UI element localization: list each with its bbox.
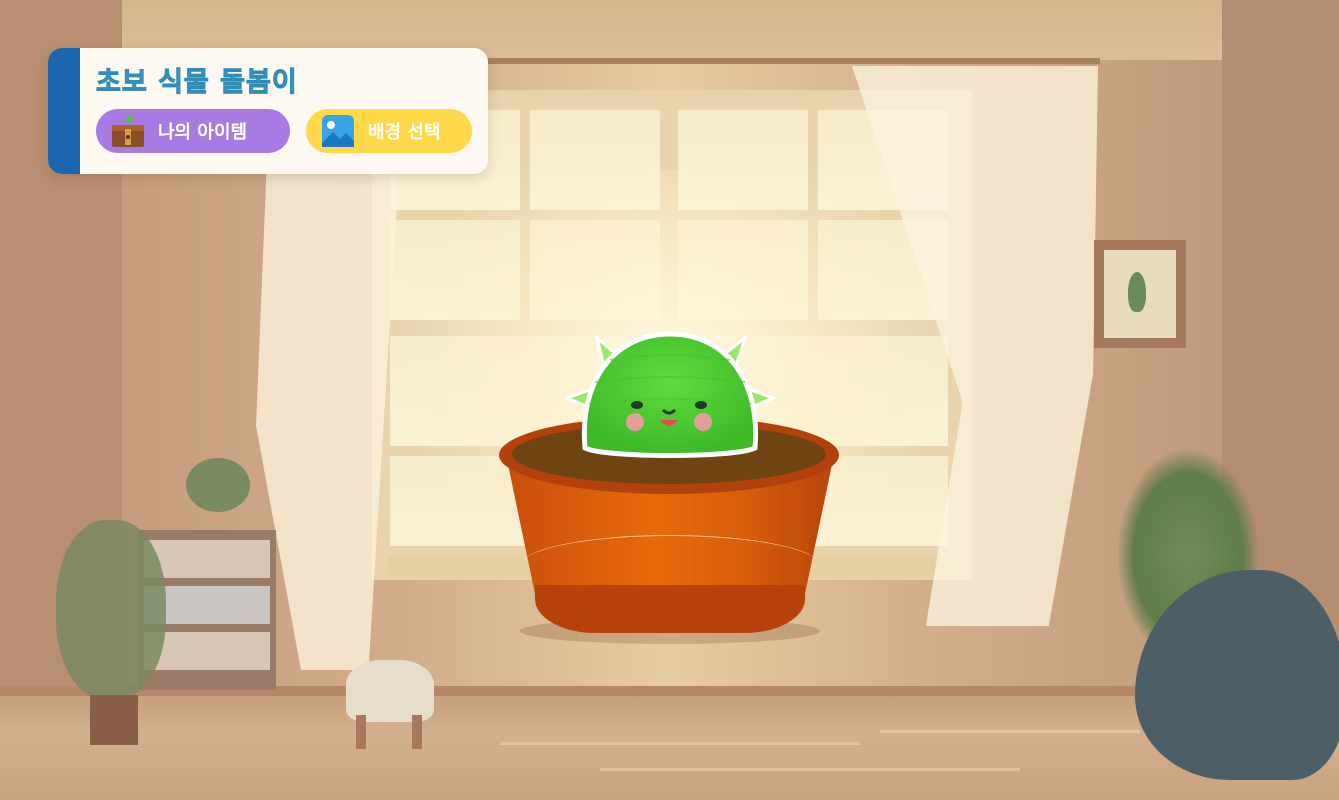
small-plant-on-drawer xyxy=(186,458,250,512)
left-plant-pot xyxy=(90,695,138,745)
cactus-character[interactable] xyxy=(565,330,775,465)
background-select-label: 배경 선택 xyxy=(368,122,441,143)
flower-pot-base xyxy=(535,585,805,633)
treasure-chest-icon xyxy=(110,113,146,149)
left-floor-plant xyxy=(56,520,166,700)
stool xyxy=(346,660,434,722)
background-select-button[interactable]: 배경 선택 xyxy=(306,109,472,153)
game-title: 초보 식물 돌봄이 xyxy=(96,67,298,99)
panel-accent-bar xyxy=(48,48,80,174)
my-items-button[interactable]: 나의 아이템 xyxy=(96,109,290,153)
my-items-label: 나의 아이템 xyxy=(158,122,248,143)
picture-icon xyxy=(320,113,356,149)
wall-painting xyxy=(1094,240,1186,348)
